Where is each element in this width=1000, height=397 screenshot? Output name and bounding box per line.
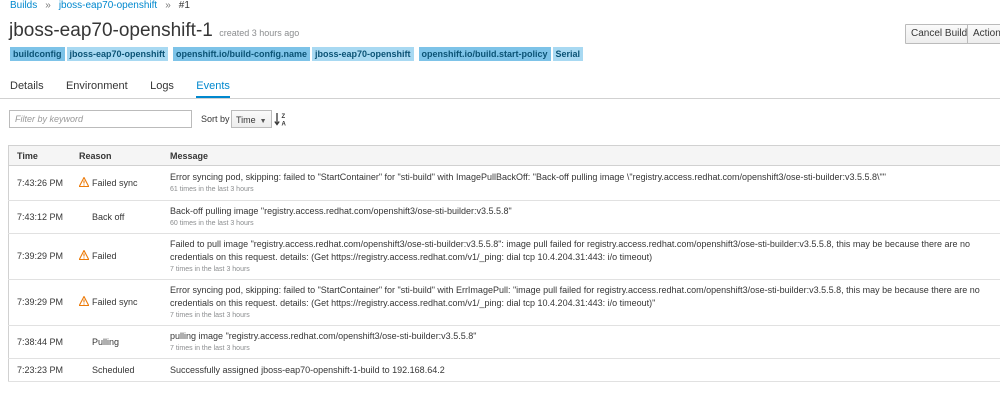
event-reason: Scheduled <box>92 364 135 375</box>
label-tag[interactable]: buildconfig jboss-eap70-openshift <box>10 47 169 61</box>
events-table: Time Reason Message 7:43:26 PM Failed syn… <box>8 145 1000 382</box>
svg-text:A: A <box>282 122 287 128</box>
sort-field-value: Time <box>236 115 256 125</box>
label-tag[interactable]: openshift.io/build.start-policy Serial <box>418 47 584 61</box>
column-header-reason[interactable]: Reason <box>71 145 163 166</box>
cancel-build-button[interactable]: Cancel Build <box>905 24 974 44</box>
page-header: jboss-eap70-openshift-1 created 3 hours … <box>9 20 299 42</box>
table-row: 7:23:23 PM Scheduled Successfully assigned… <box>8 358 1000 382</box>
event-message: Failed to pull image "registry.access.re… <box>170 238 970 262</box>
event-message-cell: Failed to pull image "registry.access.re… <box>162 233 1000 280</box>
event-time: 7:43:26 PM <box>8 165 72 201</box>
label-tag[interactable]: openshift.io/build-config.name jboss-eap7… <box>173 47 414 61</box>
event-message: Back-off pulling image "registry.access.… <box>170 205 512 216</box>
event-count: 7 times in the last 3 hours <box>170 265 250 273</box>
event-message: Successfully assigned jboss-eap70-opensh… <box>170 364 445 375</box>
warning-triangle-icon <box>79 296 90 306</box>
event-message-cell: Error syncing pod, skipping: failed to "… <box>162 279 1000 326</box>
event-reason-cell: Failed sync <box>71 279 163 326</box>
event-reason-cell: Failed sync <box>71 165 163 201</box>
event-reason: Failed sync <box>92 297 138 307</box>
sort-by-label: Sort by <box>201 114 230 124</box>
sort-field-select[interactable]: Time ▼ <box>231 110 272 128</box>
actions-dropdown-button[interactable]: Actions <box>967 24 1000 44</box>
label-key: buildconfig <box>10 47 65 61</box>
table-header-row: Time Reason Message <box>8 145 1000 166</box>
event-message-cell: pulling image "registry.access.redhat.co… <box>162 325 1000 359</box>
event-time: 7:38:44 PM <box>8 325 72 359</box>
column-header-message[interactable]: Message <box>162 145 1000 166</box>
event-count: 7 times in the last 3 hours <box>170 311 250 319</box>
event-reason-cell: Failed <box>71 233 163 280</box>
event-reason-cell: Back off <box>71 200 163 234</box>
event-reason: Failed <box>92 251 117 261</box>
tab-divider <box>0 98 1000 99</box>
event-message-cell: Error syncing pod, skipping: failed to "… <box>162 165 1000 201</box>
tab-environment[interactable]: Environment <box>66 80 128 96</box>
event-message: pulling image "registry.access.redhat.co… <box>170 330 477 341</box>
table-row: 7:38:44 PM Pulling pulling image "registry… <box>8 325 1000 359</box>
event-time: 7:39:29 PM <box>8 233 72 280</box>
event-reason: Failed sync <box>92 177 138 188</box>
warning-triangle-icon <box>79 176 90 187</box>
event-time: 7:39:29 PM <box>8 279 72 326</box>
event-count: 7 times in the last 3 hours <box>170 344 250 352</box>
breadcrumb-current: #1 <box>178 0 190 11</box>
event-count: 60 times in the last 3 hours <box>170 219 254 227</box>
event-message: Error syncing pod, skipping: failed to "… <box>170 171 886 182</box>
tab-details[interactable]: Details <box>10 80 44 96</box>
label-value: Serial <box>552 47 584 61</box>
tab-bar: Details Environment Logs Events <box>10 78 249 98</box>
labels-list: buildconfig jboss-eap70-openshift openshi… <box>10 47 588 61</box>
sort-alpha-desc-icon[interactable]: Z A <box>274 111 288 127</box>
event-message: Error syncing pod, skipping: failed to "… <box>170 284 980 308</box>
svg-text:Z: Z <box>282 114 286 120</box>
tab-logs[interactable]: Logs <box>150 80 174 96</box>
event-message-cell: Successfully assigned jboss-eap70-opensh… <box>162 358 1000 382</box>
breadcrumb-builds-link[interactable]: Builds <box>10 0 37 11</box>
breadcrumb-separator: » <box>45 0 51 11</box>
event-count: 61 times in the last 3 hours <box>170 185 254 193</box>
table-row: 7:43:26 PM Failed sync Error syncing pod, … <box>8 165 1000 201</box>
tab-events[interactable]: Events <box>196 80 230 98</box>
label-value: jboss-eap70-openshift <box>312 47 414 61</box>
breadcrumb-separator: » <box>165 0 171 11</box>
event-reason-cell: Scheduled <box>71 358 163 382</box>
page-title: jboss-eap70-openshift-1 <box>9 20 213 41</box>
event-time: 7:23:23 PM <box>8 358 72 382</box>
breadcrumb: Builds » jboss-eap70-openshift » #1 <box>10 0 190 11</box>
created-timestamp: created 3 hours ago <box>219 28 300 38</box>
label-value: jboss-eap70-openshift <box>66 47 169 61</box>
warning-triangle-icon <box>79 250 90 260</box>
table-row: 7:43:12 PM Back off Back-off pulling image… <box>8 200 1000 234</box>
event-reason-cell: Pulling <box>71 325 163 359</box>
table-row: 7:39:29 PM Failed sync Error syncing pod, … <box>8 279 1000 326</box>
label-key: openshift.io/build.start-policy <box>418 47 551 61</box>
breadcrumb-buildconfig-link[interactable]: jboss-eap70-openshift <box>59 0 157 11</box>
label-key: openshift.io/build-config.name <box>173 47 311 61</box>
chevron-down-icon: ▼ <box>259 118 267 125</box>
event-reason: Back off <box>92 211 125 222</box>
table-row: 7:39:29 PM Failed Failed to pull image "re… <box>8 233 1000 280</box>
event-message-cell: Back-off pulling image "registry.access.… <box>162 200 1000 234</box>
event-time: 7:43:12 PM <box>8 200 72 234</box>
column-header-time[interactable]: Time <box>8 145 72 166</box>
event-reason: Pulling <box>92 336 120 347</box>
filter-keyword-input[interactable] <box>9 110 192 128</box>
